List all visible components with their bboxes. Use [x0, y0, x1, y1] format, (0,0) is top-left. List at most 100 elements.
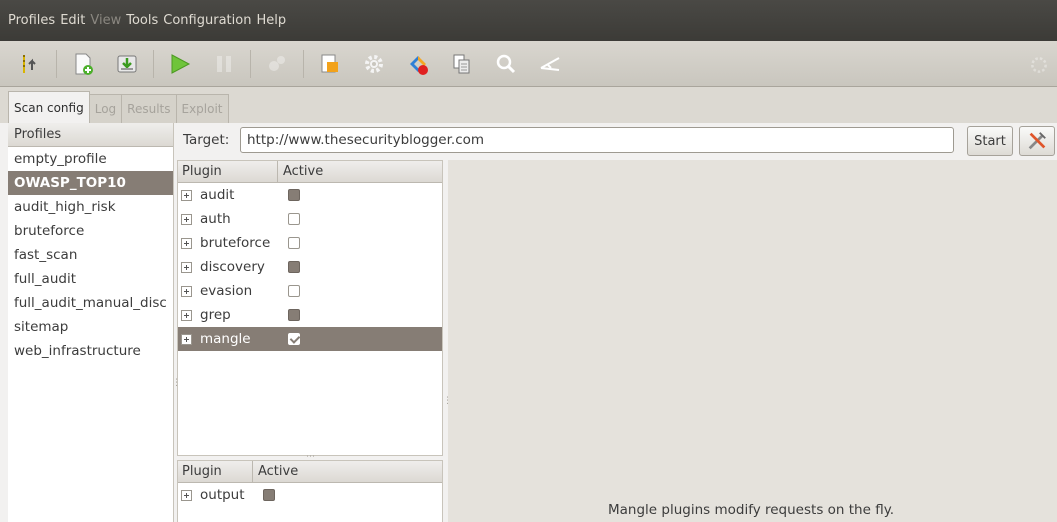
- profile-item[interactable]: OWASP_TOP10: [8, 171, 173, 195]
- expand-icon[interactable]: [181, 189, 192, 201]
- target-label: Target:: [183, 132, 230, 148]
- pause-button[interactable]: [210, 50, 238, 78]
- profiles-panel: Profiles empty_profile OWASP_TOP10 audit…: [8, 123, 174, 522]
- plugin-name: output: [200, 487, 245, 503]
- toolbar-separator: [303, 49, 304, 78]
- plugin-column-header[interactable]: Plugin: [178, 161, 278, 182]
- profile-item[interactable]: empty_profile: [8, 147, 173, 171]
- save-profile-button[interactable]: [113, 50, 141, 78]
- new-profile-button[interactable]: [69, 50, 97, 78]
- menu-edit[interactable]: Edit: [60, 13, 85, 28]
- profiles-header[interactable]: Profiles: [8, 123, 173, 147]
- proxy-button[interactable]: [536, 50, 564, 78]
- plugin-description-pane: [448, 160, 1057, 522]
- edit-button[interactable]: [316, 50, 344, 78]
- plugin-name: grep: [200, 307, 231, 323]
- plugin-name: evasion: [200, 283, 253, 299]
- toolbar-separator: [250, 49, 251, 78]
- proxy-icon: [540, 56, 560, 71]
- toolbar-separator: [153, 49, 154, 78]
- search-icon: [496, 54, 516, 73]
- plugin-name: mangle: [200, 331, 251, 347]
- menu-bar: Profiles Edit View Tools Configuration H…: [0, 0, 1057, 41]
- tools-icon: [1028, 132, 1046, 150]
- search-button[interactable]: [492, 50, 520, 78]
- active-column-header[interactable]: Active: [253, 461, 298, 482]
- plugin-column-header[interactable]: Plugin: [178, 461, 253, 482]
- stop-icon: [269, 55, 285, 71]
- menu-help[interactable]: Help: [256, 13, 286, 28]
- expand-icon[interactable]: [181, 309, 192, 321]
- expand-icon[interactable]: [181, 237, 192, 249]
- expand-icon[interactable]: [181, 333, 192, 345]
- settings-button[interactable]: [360, 50, 388, 78]
- tab-bar: Scan config Log Results Exploit: [0, 87, 1057, 123]
- output-plugin-tree: Plugin Active output: [177, 460, 443, 522]
- target-url-input[interactable]: [240, 127, 954, 153]
- tab-log[interactable]: Log: [88, 94, 123, 123]
- play-button[interactable]: [166, 50, 194, 78]
- expand-icon[interactable]: [181, 213, 192, 225]
- spinner-icon: [1031, 57, 1047, 73]
- wizard-button[interactable]: [16, 50, 44, 78]
- plugin-name: bruteforce: [200, 235, 271, 251]
- plugin-name: auth: [200, 211, 231, 227]
- menu-configuration[interactable]: Configuration: [163, 13, 251, 28]
- plugin-row[interactable]: discovery: [178, 255, 442, 279]
- plugin-name: audit: [200, 187, 235, 203]
- tab-scan-config[interactable]: Scan config: [8, 91, 90, 123]
- plugin-row[interactable]: evasion: [178, 279, 442, 303]
- expand-icon[interactable]: [181, 261, 192, 273]
- active-checkbox[interactable]: [288, 285, 300, 297]
- start-button[interactable]: Start: [967, 126, 1013, 156]
- active-checkbox[interactable]: [263, 489, 275, 501]
- new-profile-icon: [75, 53, 93, 75]
- profile-item[interactable]: fast_scan: [8, 243, 173, 267]
- plugin-tree: Plugin Active audit auth bruteforce disc…: [177, 160, 443, 456]
- plugin-description: Mangle plugins modify requests on the fl…: [608, 502, 895, 518]
- profile-item[interactable]: full_audit_manual_disc: [8, 291, 173, 315]
- plugin-row[interactable]: bruteforce: [178, 231, 442, 255]
- export-button[interactable]: [448, 50, 476, 78]
- toolbar-separator: [56, 49, 57, 78]
- tab-exploit[interactable]: Exploit: [175, 94, 229, 123]
- save-profile-icon: [117, 55, 137, 72]
- expand-icon[interactable]: [181, 285, 192, 297]
- active-checkbox[interactable]: [288, 261, 300, 273]
- plugin-name: discovery: [200, 259, 265, 275]
- plugin-row[interactable]: output: [178, 483, 442, 507]
- settings-icon: [365, 54, 383, 73]
- plugin-row[interactable]: audit: [178, 183, 442, 207]
- active-checkbox[interactable]: [288, 309, 300, 321]
- export-icon: [453, 54, 470, 73]
- active-checkbox[interactable]: [288, 213, 300, 225]
- tab-results[interactable]: Results: [121, 94, 177, 123]
- menu-tools[interactable]: Tools: [126, 13, 158, 28]
- plugin-tree-header: Plugin Active: [178, 461, 442, 483]
- menu-view: View: [90, 13, 122, 28]
- active-checkbox[interactable]: [288, 237, 300, 249]
- profile-item[interactable]: bruteforce: [8, 219, 173, 243]
- play-icon: [171, 53, 191, 74]
- edit-icon: [321, 54, 338, 72]
- plugin-row[interactable]: auth: [178, 207, 442, 231]
- compare-icon: [410, 55, 428, 75]
- pause-icon: [217, 55, 231, 72]
- wizard-icon: [23, 54, 36, 73]
- profile-item[interactable]: full_audit: [8, 267, 173, 291]
- menu-profiles[interactable]: Profiles: [8, 13, 55, 28]
- target-config-button[interactable]: [1019, 126, 1055, 156]
- expand-icon[interactable]: [181, 489, 192, 501]
- stop-button[interactable]: [263, 50, 291, 78]
- toolbar: [0, 41, 1057, 87]
- plugin-tree-header: Plugin Active: [178, 161, 442, 183]
- plugin-row[interactable]: mangle: [178, 327, 442, 351]
- active-checkbox[interactable]: [288, 333, 300, 345]
- profile-item[interactable]: sitemap: [8, 315, 173, 339]
- profile-item[interactable]: audit_high_risk: [8, 195, 173, 219]
- compare-button[interactable]: [404, 50, 432, 78]
- plugin-row[interactable]: grep: [178, 303, 442, 327]
- active-checkbox[interactable]: [288, 189, 300, 201]
- profile-item[interactable]: web_infrastructure: [8, 339, 173, 363]
- active-column-header[interactable]: Active: [278, 161, 323, 182]
